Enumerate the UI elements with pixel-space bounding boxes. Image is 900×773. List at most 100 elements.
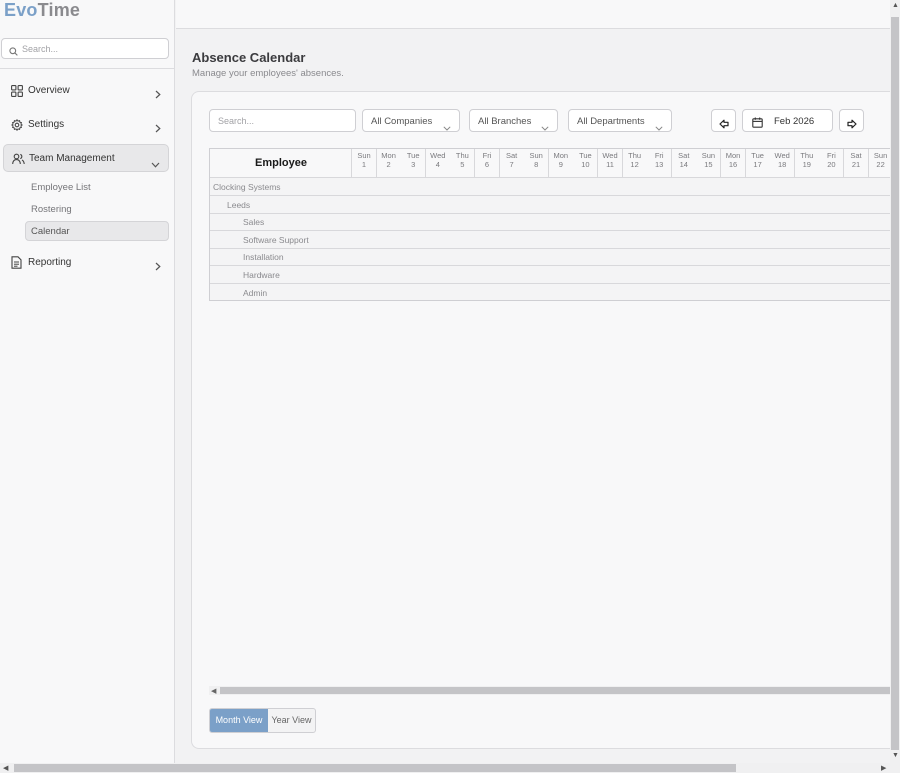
day-column-header: Wed 4 (425, 149, 451, 178)
day-number: 13 (655, 160, 664, 169)
day-number: 8 (534, 160, 539, 169)
previous-month-button[interactable] (711, 109, 736, 132)
companies-select[interactable]: All Companies (362, 109, 460, 132)
day-column-header: Thu 5 (450, 149, 476, 178)
day-name: Sun (357, 151, 371, 160)
sidebar-subitem-calendar[interactable]: Calendar (25, 221, 169, 241)
chevron-down-icon (541, 118, 549, 136)
year-view-label: Year View (271, 715, 312, 725)
day-name: Thu (800, 151, 814, 160)
day-name: Tue (751, 151, 764, 160)
day-name: Fri (482, 151, 492, 160)
day-number: 16 (728, 160, 738, 169)
table-row[interactable]: Sales (210, 213, 890, 232)
scrollbar-thumb[interactable] (14, 764, 736, 772)
sidebar-subitem-label: Employee List (31, 182, 91, 193)
branches-select[interactable]: All Branches (469, 109, 558, 132)
table-row[interactable]: Hardware (210, 266, 890, 284)
day-number: 14 (679, 160, 688, 169)
sidebar-subitem-label: Calendar (31, 226, 70, 237)
row-label: Clocking Systems (213, 182, 281, 192)
sidebar-item-reporting[interactable]: Reporting (3, 249, 169, 277)
arrow-right-icon (847, 116, 857, 134)
departments-select-label: All Departments (577, 116, 645, 127)
row-label: Leeds (227, 199, 251, 210)
scroll-up-icon[interactable]: ▲ (892, 2, 899, 9)
top-bar (176, 0, 890, 29)
year-view-button[interactable]: Year View (268, 709, 315, 732)
day-column-header: Tue 3 (401, 149, 427, 178)
sidebar-item-label: Settings (28, 119, 65, 130)
table-row[interactable]: Clocking Systems (210, 178, 890, 196)
day-column-header: Sat 7 (499, 149, 525, 178)
employee-column-header: Employee (210, 149, 352, 178)
day-number: 4 (435, 160, 440, 169)
month-picker-button[interactable]: Feb 2026 (742, 109, 833, 132)
grid-horizontal-scrollbar[interactable]: ◀ (209, 686, 890, 695)
day-name: Sun (529, 151, 543, 160)
day-number: 5 (460, 160, 465, 169)
day-name: Tue (579, 151, 592, 160)
chevron-right-icon (155, 120, 161, 138)
employee-search-input[interactable] (218, 114, 348, 128)
month-label: Feb 2026 (774, 116, 815, 127)
sidebar-item-label: Reporting (28, 257, 72, 268)
day-number: 1 (361, 160, 367, 169)
scroll-right-icon[interactable]: ▶ (881, 764, 886, 772)
day-name: Wed (430, 151, 446, 160)
grid-icon (11, 84, 23, 102)
table-row[interactable]: Software Support (210, 231, 890, 249)
day-column-header: Thu 19 (794, 149, 820, 178)
sidebar-divider (0, 68, 175, 69)
gear-icon (10, 118, 24, 136)
sidebar-item-settings[interactable]: Settings (3, 111, 169, 139)
day-name: Wed (602, 151, 618, 160)
document-icon (11, 256, 22, 274)
scrollbar-thumb[interactable] (891, 17, 899, 750)
table-row[interactable]: Admin (210, 284, 890, 300)
day-name: Mon (381, 151, 396, 160)
day-column-header: Sun 15 (696, 149, 722, 178)
scroll-left-icon[interactable]: ◀ (3, 764, 8, 772)
logo-evo: Evo (4, 0, 38, 20)
arrow-left-icon (719, 116, 729, 134)
day-column-header: Tue 17 (745, 149, 771, 178)
page-vertical-scrollbar[interactable]: ▲ ▼ (890, 0, 900, 763)
calendar-icon (752, 115, 763, 133)
day-name: Mon (553, 151, 569, 160)
day-name: Thu (455, 151, 469, 160)
row-label: Installation (243, 252, 284, 263)
sidebar-item-label: Overview (28, 85, 70, 96)
day-number: 11 (606, 160, 614, 169)
day-name: Sun (873, 151, 888, 160)
sidebar-item-overview[interactable]: Overview (3, 77, 169, 105)
day-column-header: Tue 10 (573, 149, 599, 178)
table-row[interactable]: Leeds (210, 196, 890, 214)
sidebar-subitem-rostering[interactable]: Rostering (25, 199, 169, 219)
chevron-down-icon (443, 118, 451, 136)
scrollbar-thumb[interactable] (220, 687, 890, 694)
day-column-header: Sat 21 (844, 149, 869, 178)
page-horizontal-scrollbar[interactable]: ◀ ▶ (0, 763, 900, 773)
day-name: Sat (850, 151, 862, 160)
day-column-header: Mon 2 (376, 149, 402, 178)
day-name: Mon (725, 151, 741, 160)
sidebar: EvoTime Overview Settings Team Managemen… (0, 0, 175, 763)
row-label: Software Support (243, 234, 309, 245)
sidebar-subitem-employee-list[interactable]: Employee List (25, 177, 169, 197)
month-view-button[interactable]: Month View (210, 709, 268, 732)
view-toggle: Month View Year View (209, 708, 316, 733)
scroll-left-icon[interactable]: ◀ (211, 687, 216, 695)
day-column-header: Sun 1 (352, 149, 377, 178)
day-number: 21 (851, 160, 861, 169)
scroll-down-icon[interactable]: ▼ (892, 752, 899, 759)
sidebar-item-label: Team Management (29, 153, 115, 164)
sidebar-item-team-management[interactable]: Team Management (3, 144, 169, 172)
departments-select[interactable]: All Departments (568, 109, 672, 132)
next-month-button[interactable] (839, 109, 864, 132)
table-row[interactable]: Installation (210, 248, 890, 267)
page-title: Absence Calendar (192, 50, 306, 65)
day-number: 12 (630, 160, 639, 169)
sidebar-search-input[interactable] (22, 41, 162, 56)
day-number: 15 (704, 160, 713, 169)
